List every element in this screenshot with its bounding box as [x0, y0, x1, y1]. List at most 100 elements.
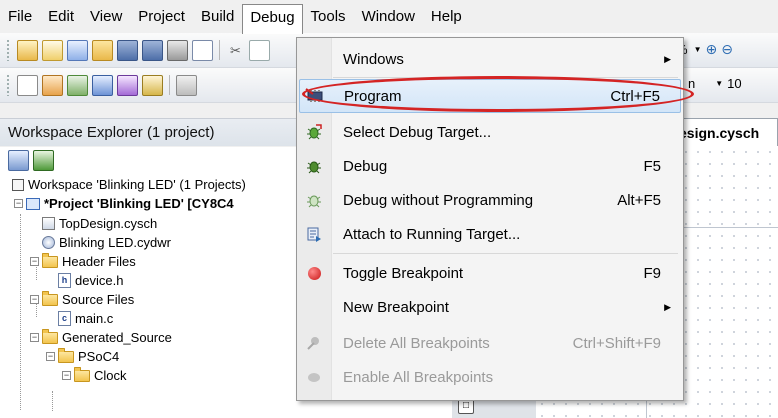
- clean-icon[interactable]: [92, 74, 113, 96]
- folder-icon: [42, 252, 58, 268]
- tree-item-source-files[interactable]: − Source Files: [30, 290, 134, 309]
- tree-item-project[interactable]: − *Project 'Blinking LED' [CY8C4: [14, 194, 234, 213]
- bug-icon: [299, 149, 329, 183]
- collapse-icon[interactable]: −: [30, 295, 39, 304]
- tree-item-device-h[interactable]: h device.h: [58, 271, 123, 290]
- zoom-dropdown-arrow-icon[interactable]: ▼: [694, 45, 702, 54]
- font-size-controls: n ▼ 10: [688, 76, 742, 91]
- menu-window[interactable]: Window: [354, 3, 423, 31]
- menu-debug[interactable]: Debug: [242, 3, 303, 34]
- zoom-in-icon[interactable]: ⊕: [705, 41, 717, 58]
- tree-item-main-c[interactable]: c main.c: [58, 309, 113, 328]
- copy-icon[interactable]: [249, 39, 270, 61]
- menu-item-shortcut: F9: [643, 264, 661, 282]
- menu-build[interactable]: Build: [193, 3, 242, 31]
- size-dropdown-arrow-icon[interactable]: ▼: [715, 79, 723, 88]
- menu-item-debug-without-programming[interactable]: Debug without Programming Alt+F5: [299, 183, 681, 217]
- font-combo-partial[interactable]: n: [688, 76, 695, 91]
- new-schematic-icon[interactable]: [17, 74, 38, 96]
- tree-item-label: PSoC4: [78, 349, 120, 364]
- menu-item-new-breakpoint[interactable]: New Breakpoint ▶: [299, 290, 681, 324]
- folder-icon: [42, 290, 58, 306]
- toolbar-separator: [219, 40, 220, 60]
- zoom-out-icon[interactable]: ⊖: [721, 41, 733, 58]
- menu-item-label: Windows: [343, 50, 404, 68]
- collapse-icon[interactable]: −: [62, 371, 71, 380]
- tree-item-clock[interactable]: − Clock: [62, 366, 127, 385]
- tree-item-workspace[interactable]: Workspace 'Blinking LED' (1 Projects): [12, 175, 246, 194]
- delete-breakpoints-icon: [299, 326, 329, 360]
- editor-tab-topdesign[interactable]: esign.cysch: [676, 118, 778, 146]
- toolbar-separator: [169, 75, 170, 95]
- menu-item-debug[interactable]: Debug F5: [299, 149, 681, 183]
- menu-item-select-debug-target[interactable]: Select Debug Target...: [299, 115, 681, 149]
- program-chip-icon: [300, 79, 330, 113]
- menu-help[interactable]: Help: [423, 3, 470, 31]
- tree-item-label: Source Files: [62, 292, 135, 307]
- schematic-icon: [42, 217, 55, 230]
- toolbar-grip[interactable]: [6, 74, 10, 96]
- tree-item-label: TopDesign.cysch: [59, 216, 158, 231]
- toolbar-grip[interactable]: [6, 39, 10, 61]
- menu-item-delete-all-breakpoints[interactable]: Delete All Breakpoints Ctrl+Shift+F9: [299, 326, 681, 360]
- design-wide-resources-icon: [42, 236, 55, 249]
- collapse-all-icon[interactable]: [8, 150, 29, 171]
- header-file-icon: h: [58, 273, 71, 288]
- menu-view[interactable]: View: [82, 3, 130, 31]
- collapse-icon[interactable]: −: [14, 199, 23, 208]
- project-icon: [26, 197, 40, 210]
- tree-item-label: *Project 'Blinking LED' [CY8C4: [44, 196, 234, 211]
- cut-icon[interactable]: ✂: [226, 41, 245, 60]
- menu-item-attach-to-running-target[interactable]: Attach to Running Target...: [299, 217, 681, 251]
- tree-item-generated-source[interactable]: − Generated_Source: [30, 328, 172, 347]
- menu-file[interactable]: File: [0, 3, 40, 31]
- bug-outline-icon: [299, 183, 329, 217]
- collapse-icon[interactable]: −: [30, 257, 39, 266]
- print-icon[interactable]: [167, 39, 188, 61]
- debug-tool-icon[interactable]: [176, 74, 197, 96]
- tree-item-label: Header Files: [62, 254, 136, 269]
- menu-item-toggle-breakpoint[interactable]: Toggle Breakpoint F9: [299, 256, 681, 290]
- tree-item-label: Clock: [94, 368, 127, 383]
- generate-icon[interactable]: [67, 74, 88, 96]
- tree-item-header-files[interactable]: − Header Files: [30, 252, 136, 271]
- menu-item-label: Attach to Running Target...: [343, 225, 521, 243]
- menu-item-program[interactable]: Program Ctrl+F5: [299, 79, 681, 113]
- save-all-icon[interactable]: [142, 39, 163, 61]
- menu-tools[interactable]: Tools: [303, 3, 354, 31]
- refresh-tree-icon[interactable]: [33, 150, 54, 171]
- tree-item-cydwr[interactable]: Blinking LED.cydwr: [42, 233, 171, 252]
- menu-separator: [333, 253, 678, 254]
- font-size-combo[interactable]: 10: [727, 76, 741, 91]
- menu-project[interactable]: Project: [130, 3, 193, 31]
- collapse-icon[interactable]: −: [46, 352, 55, 361]
- menu-edit[interactable]: Edit: [40, 3, 82, 31]
- menu-bar: File Edit View Project Build Debug Tools…: [0, 0, 778, 34]
- submenu-arrow-icon: ▶: [664, 53, 671, 64]
- tree-item-psoc4[interactable]: − PSoC4: [46, 347, 119, 366]
- tree-item-label: device.h: [75, 273, 124, 288]
- print-preview-icon[interactable]: [192, 39, 213, 61]
- collapse-icon[interactable]: −: [30, 333, 39, 342]
- attach-icon: [299, 217, 329, 251]
- open-folder-icon[interactable]: [92, 39, 113, 61]
- enable-breakpoints-icon: [299, 360, 329, 394]
- save-icon[interactable]: [117, 39, 138, 61]
- zoom-controls: % ▼ ⊕ ⊖: [676, 41, 733, 58]
- menu-item-shortcut: F5: [643, 157, 661, 175]
- build-icon[interactable]: [117, 74, 138, 96]
- tree-item-topdesign[interactable]: TopDesign.cysch: [42, 214, 157, 233]
- menu-item-shortcut: Ctrl+Shift+F9: [572, 334, 661, 352]
- submenu-arrow-icon: ▶: [664, 301, 671, 312]
- add-item-icon[interactable]: [67, 39, 88, 61]
- menu-item-windows[interactable]: Windows ▶: [299, 42, 681, 76]
- run-icon[interactable]: [142, 74, 163, 96]
- tree-guide-line: [52, 391, 53, 411]
- menu-item-enable-all-breakpoints[interactable]: Enable All Breakpoints: [299, 360, 681, 394]
- menu-item-shortcut: Ctrl+F5: [610, 87, 660, 105]
- new-file-icon[interactable]: [42, 39, 63, 61]
- folder-icon: [74, 366, 90, 382]
- menu-item-label: New Breakpoint: [343, 298, 449, 316]
- new-project-icon[interactable]: [17, 39, 38, 61]
- component-icon[interactable]: [42, 74, 63, 96]
